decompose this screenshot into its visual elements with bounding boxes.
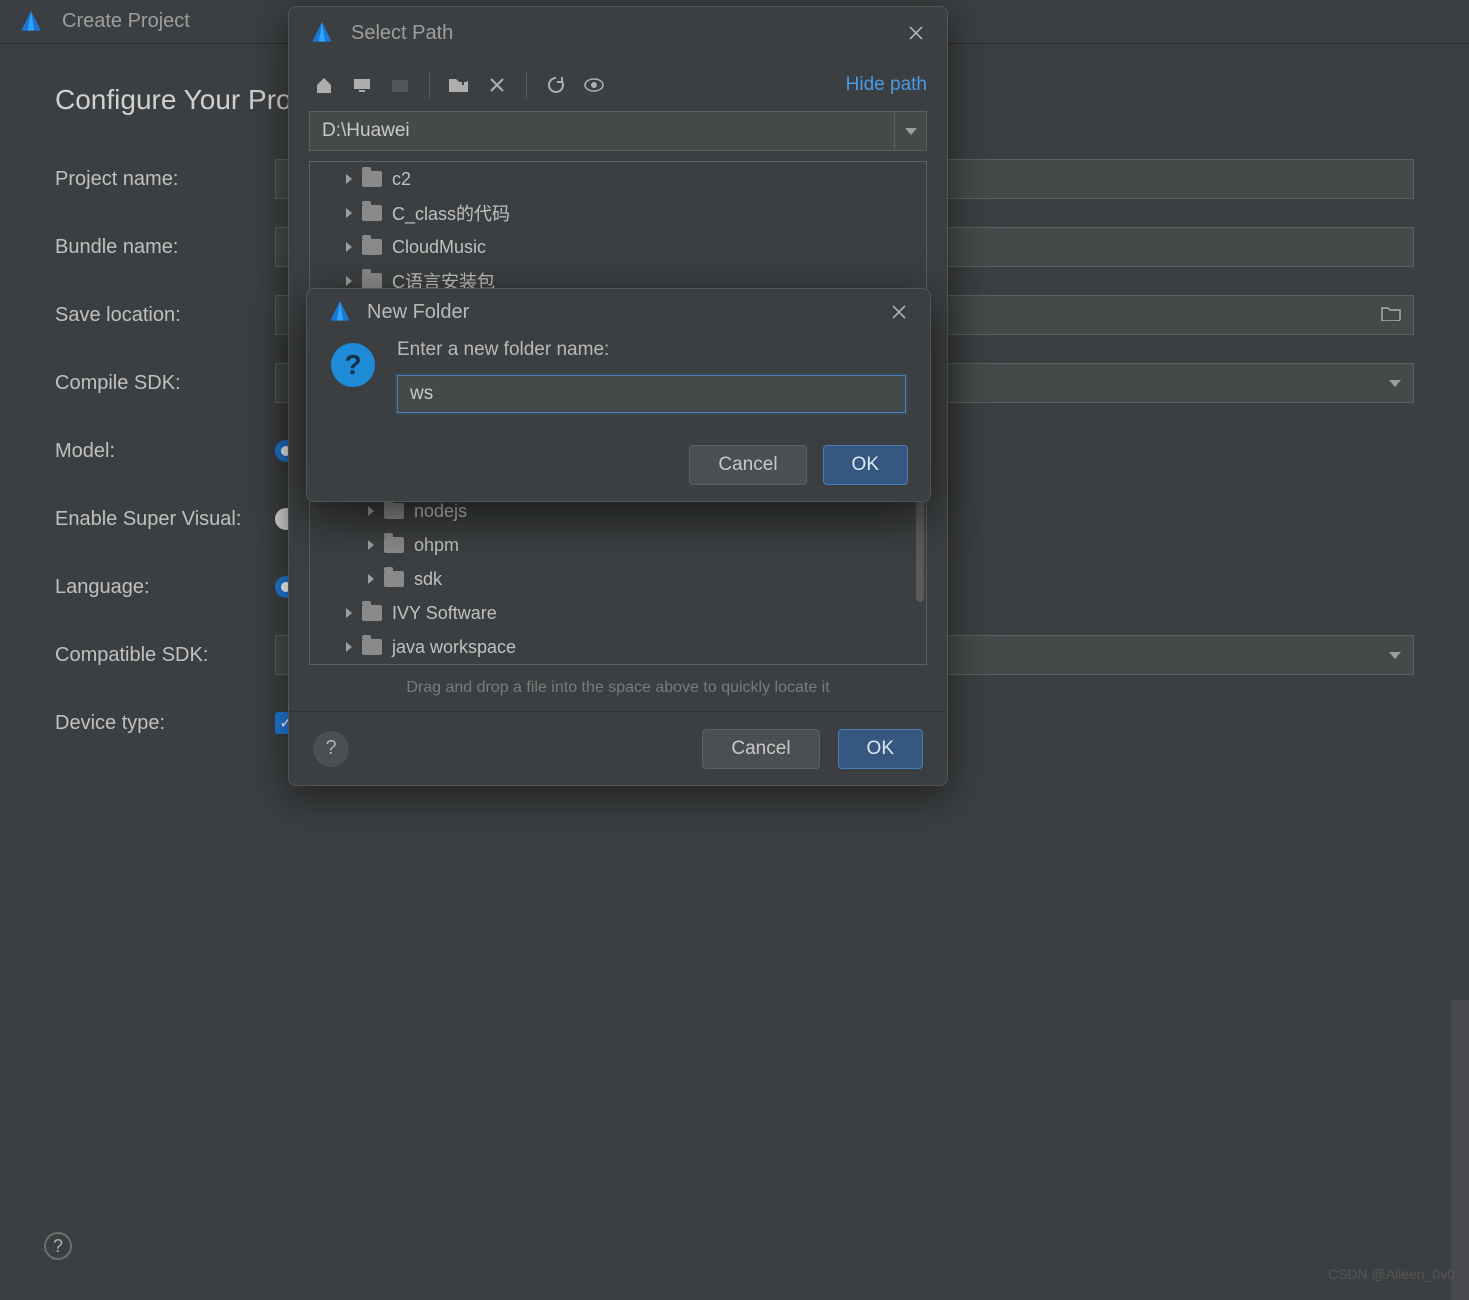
path-input[interactable]: D:\Huawei [309,111,895,151]
folder-icon [362,273,382,289]
tree-item[interactable]: C_class的代码 [310,196,926,230]
expand-arrow-icon[interactable] [368,540,374,550]
tree-item-label: IVY Software [392,603,497,624]
close-icon[interactable] [905,22,927,44]
chevron-down-icon [905,128,917,135]
folder-icon [384,537,404,553]
help-icon[interactable]: ? [313,731,349,767]
tree-item-label: C_class的代码 [392,200,510,226]
select-path-toolbar: Hide path [289,59,947,111]
select-path-titlebar: Select Path [289,7,947,59]
new-folder-title: New Folder [367,301,874,324]
project-icon[interactable] [385,70,415,100]
tree-item-label: c2 [392,169,411,190]
folder-icon [362,171,382,187]
chevron-down-icon [1389,380,1401,387]
label-bundle-name: Bundle name: [55,236,275,259]
new-folder-dialog: New Folder ? Enter a new folder name: Ca… [306,288,931,502]
tree-item-label: ohpm [414,535,459,556]
label-language: Language: [55,576,275,599]
label-compatible-sdk: Compatible SDK: [55,644,275,667]
vertical-scrollbar[interactable] [1451,1000,1469,1300]
path-row: D:\Huawei [289,111,947,161]
app-logo-icon [309,20,335,46]
show-hidden-icon[interactable] [579,70,609,100]
tree-item[interactable]: ohpm [310,528,926,562]
label-device-type: Device type: [55,712,275,735]
expand-arrow-icon[interactable] [346,174,352,184]
folder-icon [362,205,382,221]
select-path-title: Select Path [351,22,889,45]
expand-arrow-icon[interactable] [346,242,352,252]
cancel-button[interactable]: Cancel [689,445,806,485]
label-save-location: Save location: [55,304,275,327]
new-folder-body: ? Enter a new folder name: [307,335,930,413]
tree-item-label: sdk [414,569,442,590]
hide-path-link[interactable]: Hide path [846,74,927,96]
tree-item[interactable]: CloudMusic [310,230,926,264]
expand-arrow-icon[interactable] [368,574,374,584]
close-icon[interactable] [888,301,910,323]
cancel-button[interactable]: Cancel [702,729,819,769]
new-folder-icon[interactable] [444,70,474,100]
tree-item-label: java workspace [392,637,516,658]
label-project-name: Project name: [55,168,275,191]
delete-icon[interactable] [482,70,512,100]
expand-arrow-icon[interactable] [346,642,352,652]
folder-icon [362,605,382,621]
select-path-footer: ? Cancel OK [289,711,947,785]
desktop-icon[interactable] [347,70,377,100]
folder-icon [384,571,404,587]
app-logo-icon [18,9,44,35]
folder-icon [362,239,382,255]
help-icon[interactable]: ? [44,1232,72,1260]
ok-button[interactable]: OK [823,445,908,485]
expand-arrow-icon[interactable] [346,208,352,218]
separator [429,72,430,98]
tree-item[interactable]: java workspace [310,630,926,664]
tree-scrollbar[interactable] [916,492,924,602]
chevron-down-icon [1389,652,1401,659]
tree-item-label: nodejs [414,501,467,522]
folder-icon [362,639,382,655]
tree-item-label: CloudMusic [392,237,486,258]
expand-arrow-icon[interactable] [368,506,374,516]
new-folder-prompt: Enter a new folder name: [397,339,906,361]
new-folder-input[interactable] [397,375,906,413]
folder-icon [384,503,404,519]
new-folder-titlebar: New Folder [307,289,930,335]
tree-item[interactable]: c2 [310,162,926,196]
label-model: Model: [55,440,275,463]
watermark: CSDN @Aileen_0v0 [1328,1266,1455,1282]
new-folder-fields: Enter a new folder name: [397,339,906,413]
create-project-title: Create Project [62,10,190,33]
expand-arrow-icon[interactable] [346,276,352,286]
question-icon: ? [331,343,375,387]
browse-folder-icon[interactable] [1381,305,1401,326]
drag-hint: Drag and drop a file into the space abov… [289,673,947,711]
app-logo-icon [327,299,353,325]
expand-arrow-icon[interactable] [346,608,352,618]
new-folder-footer: Cancel OK [689,445,908,485]
label-super-visual: Enable Super Visual: [55,508,275,531]
path-dropdown-button[interactable] [895,111,927,151]
tree-item[interactable]: sdk [310,562,926,596]
home-icon[interactable] [309,70,339,100]
separator [526,72,527,98]
footer-help: ? [44,1232,72,1260]
ok-button[interactable]: OK [838,729,923,769]
tree-item[interactable]: IVY Software [310,596,926,630]
path-value: D:\Huawei [322,120,410,142]
label-compile-sdk: Compile SDK: [55,372,275,395]
refresh-icon[interactable] [541,70,571,100]
